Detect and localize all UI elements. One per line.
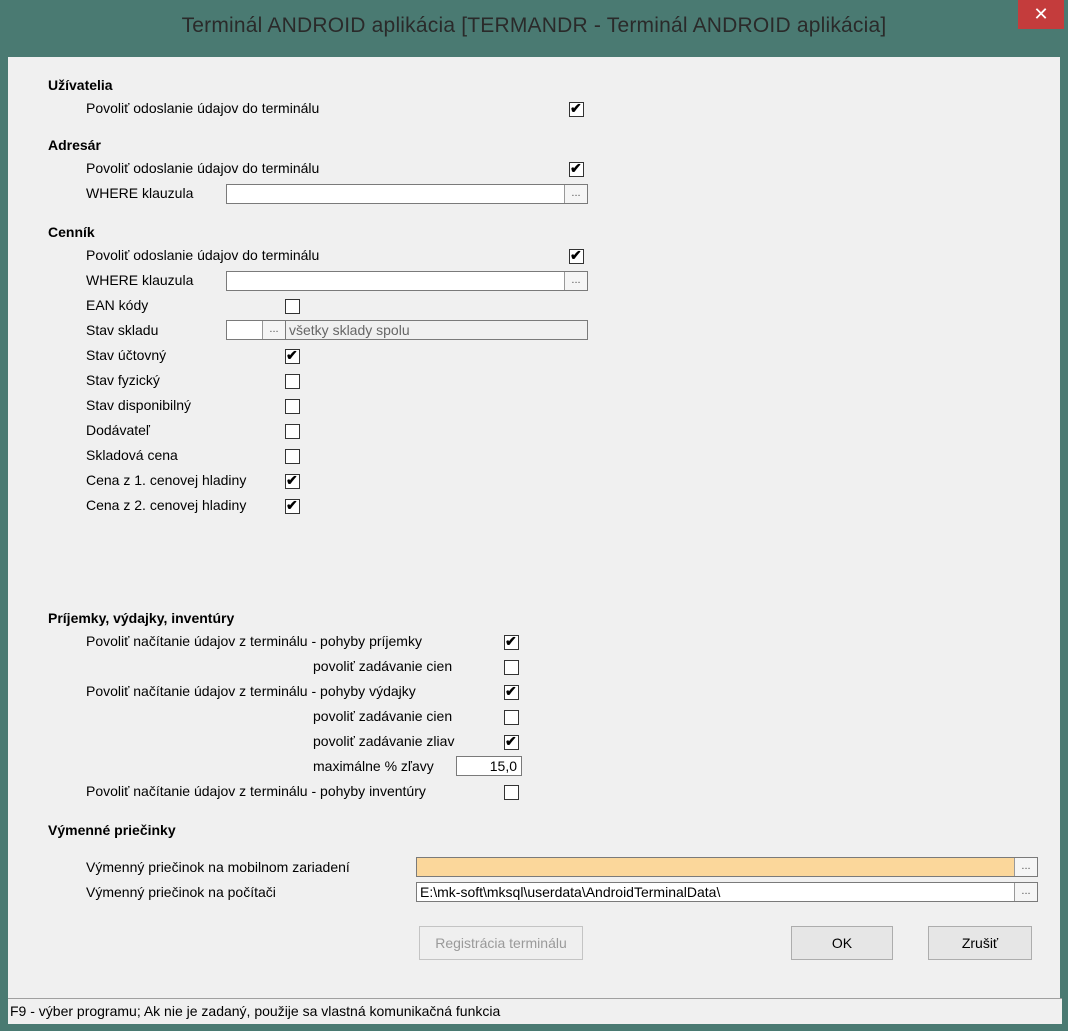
cennik-skladova-cena-label: Skladová cena — [86, 447, 178, 463]
vydajky-zliav-checkbox[interactable] — [504, 732, 519, 750]
cennik-stav-skladu-browse-button[interactable]: ... — [262, 321, 285, 339]
vydajky-label: Povoliť načítanie údajov z terminálu - p… — [86, 683, 416, 699]
title-bar[interactable]: Terminál ANDROID aplikácia [TERMANDR - T… — [0, 0, 1068, 57]
cennik-cena2-label: Cena z 2. cenovej hladiny — [86, 497, 247, 513]
adresar-where-input[interactable]: ... — [226, 184, 588, 204]
cennik-stav-skladu-label: Stav skladu — [86, 322, 159, 338]
cennik-stav-uctovny-checkbox[interactable] — [285, 346, 300, 364]
section-heading-priecinky: Výmenné priečinky — [48, 822, 176, 838]
prijemky-checkbox[interactable] — [504, 632, 519, 650]
cennik-cena1-checkbox[interactable] — [285, 471, 300, 489]
close-button[interactable]: ✕ — [1018, 0, 1064, 29]
window-title: Terminál ANDROID aplikácia [TERMANDR - T… — [181, 14, 887, 37]
cennik-cena1-label: Cena z 1. cenovej hladiny — [86, 472, 247, 488]
uzivatelia-povolit-checkbox[interactable] — [569, 99, 584, 117]
dialog-client-area: Užívatelia Povoliť odoslanie údajov do t… — [8, 57, 1062, 1024]
cennik-where-label: WHERE klauzula — [86, 272, 194, 288]
cennik-stav-skladu-description: všetky sklady spolu — [285, 320, 588, 340]
prijemky-label: Povoliť načítanie údajov z terminálu - p… — [86, 633, 422, 649]
pc-folder-value: E:\mk-soft\mksql\userdata\AndroidTermina… — [420, 884, 721, 900]
section-heading-cennik: Cenník — [48, 224, 95, 240]
pc-folder-browse-button[interactable]: ... — [1014, 883, 1037, 901]
cennik-povolit-label: Povoliť odoslanie údajov do terminálu — [86, 247, 320, 263]
adresar-povolit-checkbox[interactable] — [569, 159, 584, 177]
inventury-label: Povoliť načítanie údajov z terminálu - p… — [86, 783, 426, 799]
max-zlavy-input[interactable]: 15,0 — [456, 756, 522, 776]
cennik-ean-label: EAN kódy — [86, 297, 149, 313]
status-bar: F9 - výber programu; Ak nie je zadaný, p… — [8, 998, 1062, 1024]
cennik-povolit-checkbox[interactable] — [569, 246, 584, 264]
cennik-cena2-checkbox[interactable] — [285, 496, 300, 514]
inventury-checkbox[interactable] — [504, 785, 519, 800]
cennik-stav-skladu-input[interactable]: ... — [226, 320, 286, 340]
cennik-where-input[interactable]: ... — [226, 271, 588, 291]
cancel-button[interactable]: Zrušiť — [928, 926, 1032, 960]
vydajky-cien-label: povoliť zadávanie cien — [313, 708, 453, 724]
ok-button[interactable]: OK — [791, 926, 893, 960]
cennik-ean-checkbox[interactable] — [285, 299, 300, 314]
cennik-stav-fyzicky-checkbox[interactable] — [285, 374, 300, 389]
cennik-stav-disponibilny-label: Stav disponibilný — [86, 397, 192, 413]
adresar-where-label: WHERE klauzula — [86, 185, 194, 201]
prijemky-cien-label: povoliť zadávanie cien — [313, 658, 453, 674]
registracia-terminalu-button[interactable]: Registrácia terminálu — [419, 926, 583, 960]
cennik-dodavatel-checkbox[interactable] — [285, 424, 300, 439]
mobil-folder-input[interactable]: ... — [416, 857, 1038, 877]
pc-folder-label: Výmenný priečinok na počítači — [86, 884, 276, 900]
pc-folder-input[interactable]: E:\mk-soft\mksql\userdata\AndroidTermina… — [416, 882, 1038, 902]
cennik-where-browse-button[interactable]: ... — [564, 272, 587, 290]
cennik-stav-disponibilny-checkbox[interactable] — [285, 399, 300, 414]
max-zlavy-label: maximálne % zľavy — [313, 758, 434, 774]
uzivatelia-povolit-label: Povoliť odoslanie údajov do terminálu — [86, 100, 320, 116]
vydajky-checkbox[interactable] — [504, 682, 519, 700]
cennik-stav-fyzicky-label: Stav fyzický — [86, 372, 160, 388]
mobil-folder-label: Výmenný priečinok na mobilnom zariadení — [86, 859, 350, 875]
mobil-folder-browse-button[interactable]: ... — [1014, 858, 1037, 876]
adresar-povolit-label: Povoliť odoslanie údajov do terminálu — [86, 160, 320, 176]
vydajky-zliav-label: povoliť zadávanie zliav — [313, 733, 455, 749]
section-heading-prijemky: Príjemky, výdajky, inventúry — [48, 610, 235, 626]
cennik-stav-uctovny-label: Stav účtovný — [86, 347, 167, 363]
adresar-where-browse-button[interactable]: ... — [564, 185, 587, 203]
cennik-skladova-cena-checkbox[interactable] — [285, 449, 300, 464]
section-heading-uzivatelia: Užívatelia — [48, 77, 113, 93]
prijemky-cien-checkbox[interactable] — [504, 660, 519, 675]
dialog-window: Terminál ANDROID aplikácia [TERMANDR - T… — [0, 0, 1068, 1031]
vydajky-cien-checkbox[interactable] — [504, 710, 519, 725]
section-heading-adresar: Adresár — [48, 137, 101, 153]
cennik-dodavatel-label: Dodávateľ — [86, 422, 151, 438]
